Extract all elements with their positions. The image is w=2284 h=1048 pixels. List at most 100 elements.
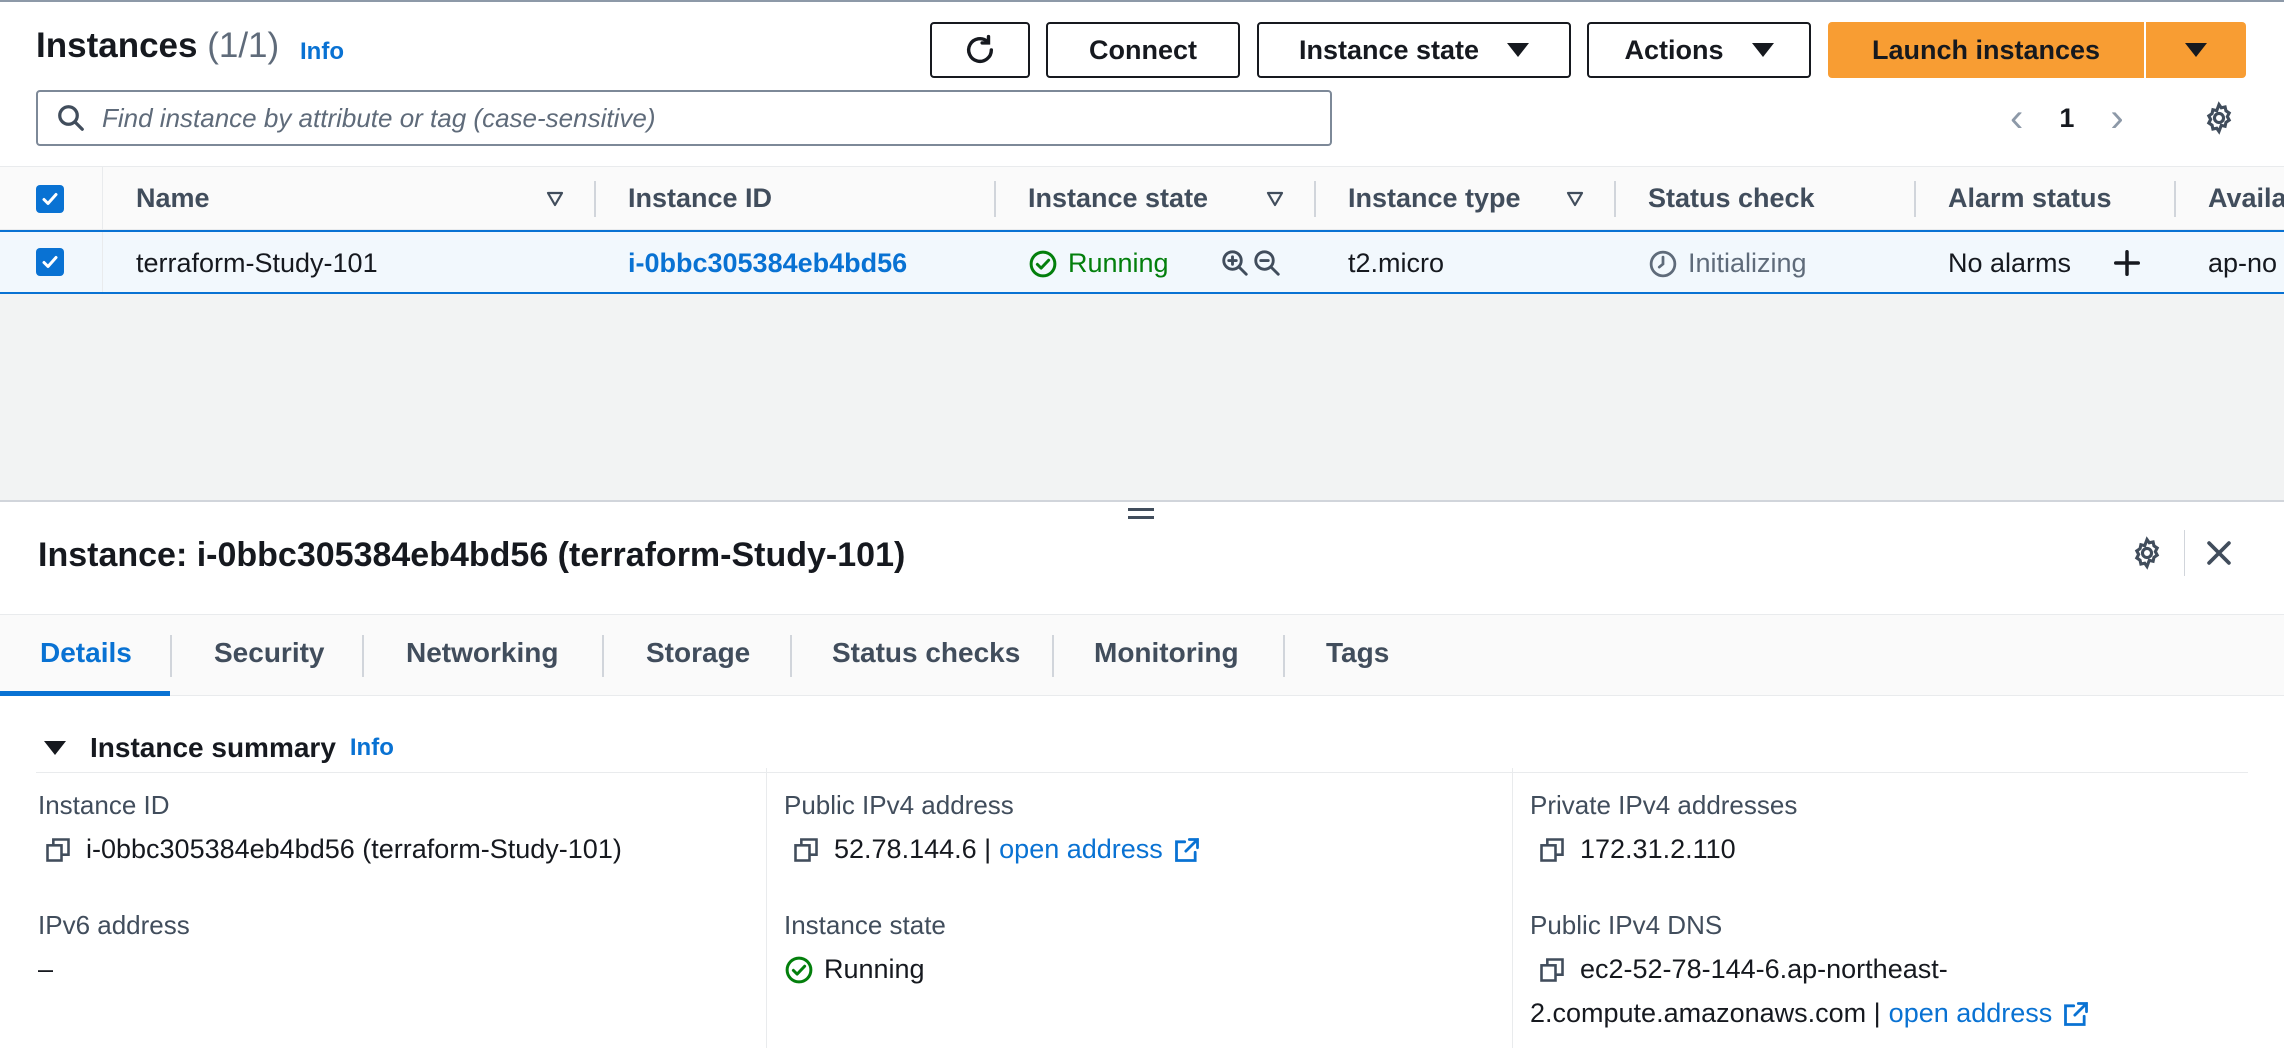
dns-open-address-text: open address [1888,998,2053,1028]
column-divider[interactable] [594,181,596,217]
caret-down-icon [2185,43,2207,57]
instance-state-text: Running [824,954,925,984]
copy-icon[interactable] [1538,956,1566,984]
tab-status-checks[interactable]: Status checks [832,637,1020,669]
connect-button[interactable]: Connect [1046,22,1240,78]
external-link-icon [2064,1001,2089,1026]
instance-count: (1/1) [207,26,280,65]
info-link[interactable]: Info [300,38,344,66]
open-address-link[interactable]: open address [999,834,1201,865]
actions-button[interactable]: Actions [1587,22,1811,78]
sort-icon[interactable] [1265,189,1285,209]
row-availability-zone: ap-no [2208,248,2278,278]
refresh-icon [966,34,994,63]
gear-icon[interactable] [2130,536,2164,570]
open-address-text: open address [999,834,1163,864]
instance-state-value: Running [784,954,925,985]
sort-icon[interactable] [545,189,565,209]
row-checkbox[interactable] [36,248,64,276]
tab-networking[interactable]: Networking [406,637,558,669]
row-status-check-text: Initializing [1688,248,1807,278]
public-dns-value-line2: 2.compute.amazonaws.com | open address [1530,998,2090,1029]
summary-divider [36,772,2248,773]
column-header-alarm-status[interactable]: Alarm status [1948,183,2112,214]
column-header-availability-zone[interactable]: Availa [2208,183,2284,214]
external-link-icon [1174,837,1199,862]
table-header: Name Instance ID Instance state Instance… [0,166,2284,231]
instance-id-label: Instance ID [38,790,170,820]
column-header-instance-state[interactable]: Instance state [1028,183,1208,214]
details-panel-title: Instance: i-0bbc305384eb4bd56 (terraform… [38,536,906,574]
column-divider[interactable] [994,181,996,217]
copy-icon[interactable] [1538,836,1566,864]
instance-state-label: Instance state [1298,34,1480,65]
select-all-checkbox[interactable] [36,185,64,213]
public-dns-label: Public IPv4 DNS [1530,910,1723,940]
chevron-right-icon[interactable]: › [2110,98,2123,138]
tab-divider [1283,635,1285,677]
launch-dropdown-button[interactable] [2146,22,2246,78]
tab-divider [602,635,604,677]
public-dns-value: ec2-52-78-144-6.ap-northeast- [1538,954,1948,985]
tab-details[interactable]: Details [40,637,132,669]
check-icon [42,193,58,205]
dns-open-address-link[interactable]: open address [1889,998,2091,1029]
add-alarm-icon[interactable] [2112,248,2142,278]
column-divider[interactable] [1614,181,1616,217]
row-instance-id-link[interactable]: i-0bbc305384eb4bd56 [628,248,907,279]
column-divider [102,232,103,292]
column-header-instance-id[interactable]: Instance ID [628,183,772,214]
column-divider[interactable] [1914,181,1916,217]
row-status-check: Initializing [1648,248,1807,279]
column-divider[interactable] [2174,181,2176,217]
column-divider[interactable] [1314,181,1316,217]
tab-monitoring[interactable]: Monitoring [1094,637,1239,669]
tab-storage[interactable]: Storage [646,637,750,669]
public-ipv4-text: 52.78.144.6 | [834,834,992,864]
public-dns-text-line1: ec2-52-78-144-6.ap-northeast- [1580,954,1948,984]
row-name: terraform-Study-101 [136,248,378,278]
tab-tags[interactable]: Tags [1326,637,1389,669]
instance-state-button[interactable]: Instance state [1257,22,1571,78]
chevron-left-icon[interactable]: ‹ [2010,98,2023,138]
launch-instances-button[interactable]: Launch instances [1828,22,2144,78]
header-divider [2184,530,2185,576]
tab-security[interactable]: Security [214,637,325,669]
private-ipv4-label: Private IPv4 addresses [1530,790,1798,820]
private-ipv4-text: 172.31.2.110 [1580,834,1736,864]
close-icon[interactable] [2202,536,2236,570]
column-header-instance-type[interactable]: Instance type [1348,183,1521,214]
search-input[interactable] [102,102,1282,134]
details-tabs: Details Security Networking Storage Stat… [0,614,2284,696]
refresh-button[interactable] [930,22,1030,78]
connect-label: Connect [1089,34,1197,65]
tab-divider [170,635,172,677]
table-empty-area [0,294,2284,500]
check-circle-icon [1029,250,1057,277]
ipv6-value: – [38,954,54,984]
top-border [0,0,2284,2]
instance-state-label: Instance state [784,910,946,940]
clock-icon [1649,250,1677,277]
table-row[interactable]: terraform-Study-101 i-0bbc305384eb4bd56 … [0,230,2284,294]
instance-id-text: i-0bbc305384eb4bd56 (terraform-Study-101… [86,834,622,864]
gear-icon[interactable] [2202,101,2236,135]
column-header-status-check[interactable]: Status check [1648,183,1815,214]
instance-summary-header[interactable]: Instance summary Info [44,732,394,764]
check-icon [42,256,58,268]
zoom-out-icon[interactable] [1252,248,1282,278]
sort-icon[interactable] [1565,189,1585,209]
page-title: Instances (1/1) [36,26,279,66]
caret-down-icon [1507,43,1530,57]
column-header-name[interactable]: Name [136,183,210,214]
page-number[interactable]: 1 [2059,103,2074,134]
zoom-in-icon[interactable] [1220,248,1250,278]
summary-info-link[interactable]: Info [350,734,394,762]
search-box [36,90,1332,146]
copy-icon[interactable] [44,836,72,864]
column-divider [102,167,103,231]
copy-icon[interactable] [792,836,820,864]
column-divider [766,768,767,1048]
drag-handle-icon[interactable] [1128,508,1154,522]
launch-instances-label: Launch instances [1871,34,2101,65]
